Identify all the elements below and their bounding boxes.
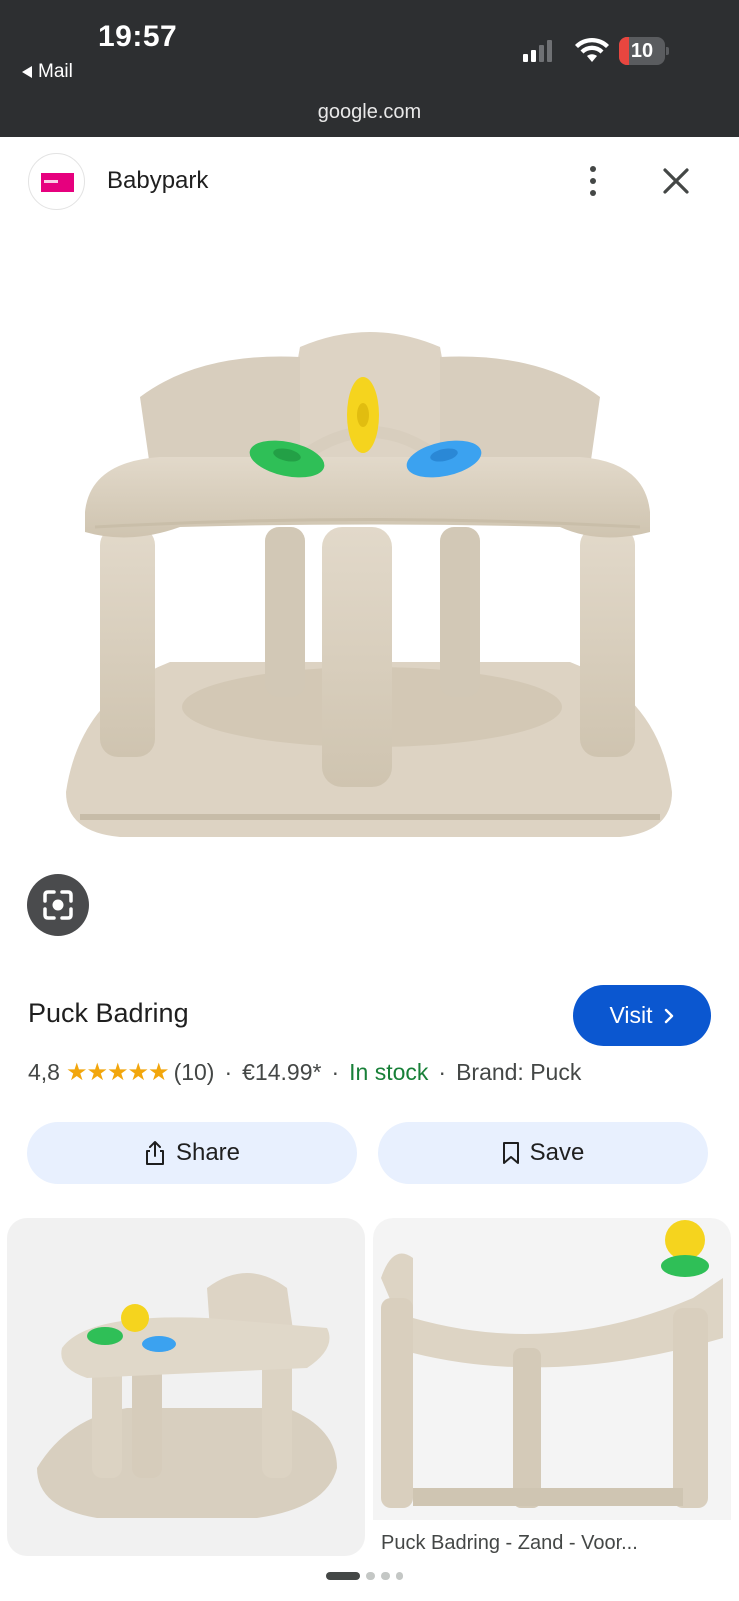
- more-options-button[interactable]: [577, 161, 609, 201]
- separator: ·: [224, 1058, 233, 1085]
- back-app-label: Mail: [38, 61, 73, 82]
- bath-seat-illustration: [66, 332, 672, 837]
- related-image-card[interactable]: [373, 1218, 731, 1556]
- page-dot: [381, 1572, 390, 1580]
- review-count[interactable]: (10): [174, 1059, 215, 1086]
- cellular-signal-icon: [523, 40, 552, 62]
- share-label: Share: [175, 1139, 241, 1166]
- separator: ·: [438, 1058, 447, 1085]
- visit-button[interactable]: Visit: [573, 985, 711, 1046]
- share-button[interactable]: Share: [27, 1122, 357, 1184]
- rating-value: 4,8: [28, 1058, 60, 1085]
- babypark-logo[interactable]: [28, 153, 85, 210]
- url-bar[interactable]: google.com: [0, 101, 739, 124]
- related-caption[interactable]: Puck Badring - Zand - Voor...: [381, 1532, 731, 1555]
- product-meta: 4,8 ★★★★★ (10) · €14.99* · In stock · Br…: [28, 1057, 581, 1087]
- pagination-dots: [326, 1572, 403, 1580]
- product-image[interactable]: [0, 227, 739, 877]
- page-dot-active: [326, 1572, 360, 1580]
- star-rating-icon: ★★★★★: [65, 1058, 170, 1086]
- product-title: Puck Badring: [28, 998, 189, 1028]
- related-product-image: [37, 1273, 337, 1518]
- visit-label: Visit: [609, 1002, 653, 1028]
- battery-icon: 10: [619, 37, 669, 65]
- price: €14.99*: [242, 1058, 322, 1085]
- save-button[interactable]: Save: [378, 1122, 708, 1184]
- google-lens-button[interactable]: [27, 874, 89, 936]
- save-label: Save: [529, 1139, 585, 1166]
- brand: Brand: Puck: [456, 1058, 582, 1085]
- stock-status: In stock: [349, 1058, 429, 1085]
- close-icon[interactable]: [656, 161, 696, 201]
- clock: 19:57: [98, 20, 178, 53]
- wifi-icon: [575, 37, 609, 62]
- back-triangle-icon: [22, 66, 32, 78]
- page-dot: [366, 1572, 375, 1580]
- status-bar: 19:57 Mail 10 google.com: [0, 0, 739, 137]
- chevron-right-icon: [664, 1008, 673, 1023]
- google-lens-icon: [43, 890, 73, 920]
- source-header: Babypark: [0, 137, 739, 227]
- bookmark-icon: [502, 1142, 519, 1164]
- page-dot: [396, 1572, 403, 1580]
- share-icon: [145, 1141, 164, 1165]
- related-image-card[interactable]: [7, 1218, 365, 1556]
- source-name[interactable]: Babypark: [107, 167, 208, 195]
- separator: ·: [331, 1058, 340, 1085]
- battery-level: 10: [630, 40, 654, 62]
- related-product-image: [381, 1220, 723, 1508]
- back-to-mail-link[interactable]: Mail: [22, 61, 73, 83]
